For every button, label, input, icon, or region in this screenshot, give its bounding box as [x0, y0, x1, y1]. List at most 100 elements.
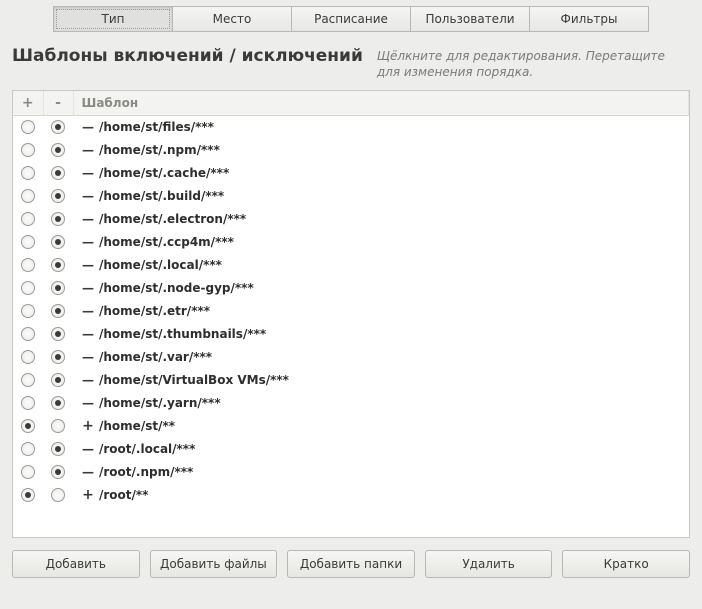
pattern-cell[interactable]: /home/st/.build/*** [73, 184, 689, 207]
patterns-table: + - Шаблон /home/st/files/***/home/st/.n… [13, 91, 689, 506]
exclude-radio[interactable] [51, 396, 65, 410]
column-header-pattern[interactable]: Шаблон [73, 91, 689, 115]
pattern-path: /home/st/.node-gyp/*** [99, 281, 254, 295]
tab-3[interactable]: Пользователи [410, 6, 530, 32]
exclude-radio[interactable] [51, 419, 65, 433]
brief-button[interactable]: Кратко [562, 550, 690, 578]
exclude-radio[interactable] [51, 304, 65, 318]
exclude-radio[interactable] [51, 258, 65, 272]
column-header-exclude[interactable]: - [43, 91, 73, 115]
pattern-cell[interactable]: /home/st/.thumbnails/*** [73, 322, 689, 345]
exclude-radio[interactable] [51, 166, 65, 180]
add-button[interactable]: Добавить [12, 550, 140, 578]
table-row[interactable]: /home/st/.cache/*** [13, 161, 689, 184]
table-row[interactable]: /home/st/.var/*** [13, 345, 689, 368]
table-row[interactable]: /home/st/.build/*** [13, 184, 689, 207]
table-row[interactable]: /home/st/files/*** [13, 115, 689, 138]
table-row[interactable]: /root/.npm/*** [13, 460, 689, 483]
table-row[interactable]: /root/** [13, 483, 689, 506]
include-radio[interactable] [21, 419, 35, 433]
include-radio[interactable] [21, 189, 35, 203]
exclude-radio[interactable] [51, 442, 65, 456]
include-radio[interactable] [21, 212, 35, 226]
exclude-radio[interactable] [51, 327, 65, 341]
delete-button[interactable]: Удалить [425, 550, 553, 578]
pattern-cell[interactable]: /root/.local/*** [73, 437, 689, 460]
pattern-path: /home/st/.cache/*** [99, 166, 229, 180]
include-radio[interactable] [21, 258, 35, 272]
page-title: Шаблоны включений / исключений [12, 46, 363, 66]
pattern-cell[interactable]: /home/st/VirtualBox VMs/*** [73, 368, 689, 391]
pattern-cell[interactable]: /home/st/.cache/*** [73, 161, 689, 184]
pattern-path: /home/st/.thumbnails/*** [99, 327, 266, 341]
tab-1[interactable]: Место [172, 6, 292, 32]
include-radio[interactable] [21, 304, 35, 318]
table-row[interactable]: /home/st/.yarn/*** [13, 391, 689, 414]
exclude-radio[interactable] [51, 281, 65, 295]
exclude-radio[interactable] [51, 235, 65, 249]
pattern-cell[interactable]: /home/st/.etr/*** [73, 299, 689, 322]
tab-4[interactable]: Фильтры [529, 6, 649, 32]
table-row[interactable]: /home/st/.etr/*** [13, 299, 689, 322]
pattern-path: /home/st/VirtualBox VMs/*** [99, 373, 289, 387]
include-radio[interactable] [21, 350, 35, 364]
pattern-cell[interactable]: /home/st/files/*** [73, 115, 689, 138]
exclude-radio[interactable] [51, 373, 65, 387]
include-radio[interactable] [21, 488, 35, 502]
minus-icon [81, 373, 95, 387]
include-radio[interactable] [21, 373, 35, 387]
pattern-cell[interactable]: /root/** [73, 483, 689, 506]
pattern-cell[interactable]: /home/st/.electron/*** [73, 207, 689, 230]
exclude-radio[interactable] [51, 350, 65, 364]
patterns-table-wrap: + - Шаблон /home/st/files/***/home/st/.n… [12, 90, 690, 538]
pattern-cell[interactable]: /root/.npm/*** [73, 460, 689, 483]
pattern-path: /home/st/.build/*** [99, 189, 224, 203]
minus-icon [81, 120, 95, 134]
exclude-radio[interactable] [51, 143, 65, 157]
pattern-path: /root/.npm/*** [99, 465, 193, 479]
page-hint: Щёлкните для редактирования. Перетащите … [377, 46, 690, 80]
table-row[interactable]: /home/st/.npm/*** [13, 138, 689, 161]
table-row[interactable]: /root/.local/*** [13, 437, 689, 460]
include-radio[interactable] [21, 143, 35, 157]
include-radio[interactable] [21, 396, 35, 410]
table-row[interactable]: /home/st/.ccp4m/*** [13, 230, 689, 253]
table-row[interactable]: /home/st/.node-gyp/*** [13, 276, 689, 299]
minus-icon [81, 258, 95, 272]
column-header-include[interactable]: + [13, 91, 43, 115]
pattern-cell[interactable]: /home/st/.node-gyp/*** [73, 276, 689, 299]
pattern-cell[interactable]: /home/st/.npm/*** [73, 138, 689, 161]
include-radio[interactable] [21, 235, 35, 249]
pattern-cell[interactable]: /home/st/** [73, 414, 689, 437]
include-radio[interactable] [21, 465, 35, 479]
button-row: Добавить Добавить файлы Добавить папки У… [12, 550, 690, 578]
table-row[interactable]: /home/st/.thumbnails/*** [13, 322, 689, 345]
tab-2[interactable]: Расписание [291, 6, 411, 32]
add-folders-button[interactable]: Добавить папки [287, 550, 415, 578]
add-files-button[interactable]: Добавить файлы [150, 550, 278, 578]
minus-icon [81, 350, 95, 364]
table-row[interactable]: /home/st/.local/*** [13, 253, 689, 276]
exclude-radio[interactable] [51, 488, 65, 502]
include-radio[interactable] [21, 327, 35, 341]
pattern-cell[interactable]: /home/st/.ccp4m/*** [73, 230, 689, 253]
tab-0[interactable]: Тип [53, 6, 173, 32]
pattern-cell[interactable]: /home/st/.var/*** [73, 345, 689, 368]
include-radio[interactable] [21, 442, 35, 456]
table-row[interactable]: /home/st/.electron/*** [13, 207, 689, 230]
exclude-radio[interactable] [51, 465, 65, 479]
exclude-radio[interactable] [51, 189, 65, 203]
table-row[interactable]: /home/st/VirtualBox VMs/*** [13, 368, 689, 391]
minus-icon [81, 442, 95, 456]
exclude-radio[interactable] [51, 120, 65, 134]
pattern-path: /root/** [99, 488, 148, 502]
table-row[interactable]: /home/st/** [13, 414, 689, 437]
pattern-cell[interactable]: /home/st/.yarn/*** [73, 391, 689, 414]
include-radio[interactable] [21, 120, 35, 134]
pattern-cell[interactable]: /home/st/.local/*** [73, 253, 689, 276]
exclude-radio[interactable] [51, 212, 65, 226]
include-radio[interactable] [21, 166, 35, 180]
minus-icon [81, 212, 95, 226]
pattern-path: /home/st/.etr/*** [99, 304, 210, 318]
include-radio[interactable] [21, 281, 35, 295]
